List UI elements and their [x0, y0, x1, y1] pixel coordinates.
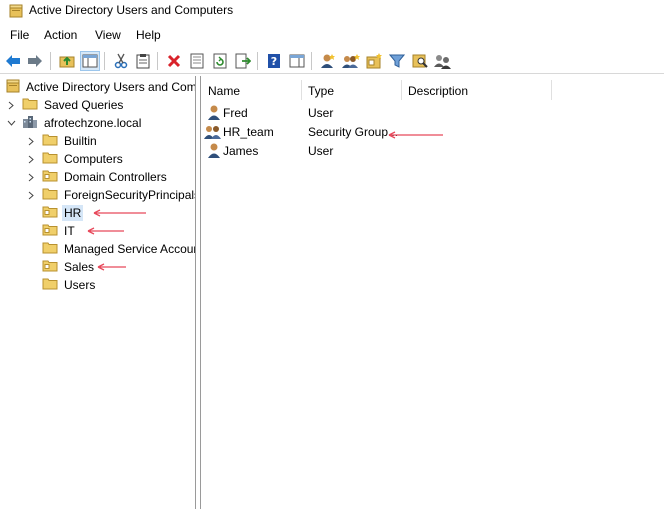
tree-item-builtin[interactable]: Builtin: [26, 132, 99, 150]
column-header-description[interactable]: Description: [408, 80, 468, 102]
ou-folder-icon: [42, 205, 58, 221]
filter-icon[interactable]: [387, 51, 407, 71]
tree-item-saved-queries[interactable]: Saved Queries: [6, 96, 125, 114]
refresh-icon[interactable]: [210, 51, 230, 71]
chevron-right-icon[interactable]: [26, 132, 36, 150]
cell-name: HR_team: [223, 125, 274, 139]
folder-icon: [42, 151, 58, 167]
find-icon[interactable]: [410, 51, 430, 71]
ou-folder-icon: [42, 169, 58, 185]
folder-icon: [42, 277, 58, 293]
menu-action[interactable]: Action: [44, 28, 77, 42]
tree-item-label: HR: [62, 205, 84, 221]
cell-name: Fred: [223, 106, 248, 120]
tree-item-users[interactable]: Users: [42, 276, 97, 294]
tree-item-label: Domain Controllers: [64, 170, 167, 184]
list-item-james[interactable]: James User: [201, 142, 664, 161]
annotation-arrow: [87, 227, 124, 235]
chevron-right-icon[interactable]: [6, 96, 16, 114]
forward-icon[interactable]: [25, 51, 45, 71]
tree-item-label: ForeignSecurityPrincipals: [64, 188, 196, 202]
cell-name: James: [223, 144, 259, 158]
tree-root-label: Active Directory Users and Computers: [26, 80, 196, 94]
menu-file[interactable]: File: [10, 28, 29, 42]
title-bar: Active Directory Users and Computers: [0, 0, 664, 22]
menu-bar: File Action View Help: [0, 26, 664, 46]
tree-item-label: Users: [64, 278, 96, 292]
chevron-right-icon[interactable]: [26, 150, 36, 168]
user-icon: [207, 142, 221, 162]
chevron-right-icon[interactable]: [26, 168, 36, 186]
column-header-name[interactable]: Name: [208, 80, 240, 102]
back-icon[interactable]: [3, 51, 23, 71]
folder-icon: [42, 133, 58, 149]
tree-item-label: Managed Service Accounts: [64, 242, 196, 256]
cell-type: User: [308, 144, 334, 158]
ou-folder-icon: [42, 259, 58, 275]
annotation-arrow: [93, 209, 146, 217]
up-folder-icon[interactable]: [57, 51, 77, 71]
group-icon: [204, 123, 222, 143]
help-icon[interactable]: ?: [264, 51, 284, 71]
delete-icon[interactable]: [164, 51, 184, 71]
tree-item-label: Builtin: [64, 134, 97, 148]
tree-item-managed-service-accounts[interactable]: Managed Service Accounts: [42, 240, 196, 258]
folder-icon: [42, 241, 58, 257]
tree-item-foreign-security-principals[interactable]: ForeignSecurityPrincipals: [26, 186, 196, 204]
folder-icon: [22, 97, 38, 113]
tree-item-label: IT: [64, 224, 75, 238]
details-list[interactable]: Name Type Description Fred User HR_team …: [200, 76, 664, 509]
annotation-arrow: [388, 131, 443, 139]
menu-view[interactable]: View: [95, 28, 121, 42]
console-tree[interactable]: Active Directory Users and Computers Sav…: [0, 76, 196, 509]
domain-icon: [22, 115, 38, 132]
tree-item-hr[interactable]: HR: [42, 204, 84, 222]
tree-item-computers[interactable]: Computers: [26, 150, 125, 168]
annotation-arrow: [97, 263, 126, 271]
tree-item-sales[interactable]: Sales: [42, 258, 96, 276]
chevron-down-icon[interactable]: [6, 114, 16, 132]
properties-icon[interactable]: [187, 51, 207, 71]
list-item-fred[interactable]: Fred User: [201, 104, 664, 123]
snapin-icon: [6, 79, 20, 96]
cell-type: Security Group...: [308, 125, 399, 139]
chevron-right-icon[interactable]: [26, 186, 36, 204]
folder-icon: [42, 187, 58, 203]
window-title: Active Directory Users and Computers: [29, 3, 234, 17]
new-group-icon[interactable]: [341, 51, 361, 71]
tree-item-it[interactable]: IT: [42, 222, 77, 240]
tree-item-label: Saved Queries: [44, 98, 124, 112]
action-pane-icon[interactable]: [287, 51, 307, 71]
cell-type: User: [308, 106, 334, 120]
tree-item-domain-controllers[interactable]: Domain Controllers: [26, 168, 169, 186]
delegate-icon[interactable]: [433, 51, 453, 71]
app-icon: [9, 4, 23, 21]
tree-item-label: afrotechzone.local: [44, 116, 142, 130]
menu-help[interactable]: Help: [136, 28, 161, 42]
tree-item-label: Computers: [64, 152, 123, 166]
user-icon: [207, 104, 221, 124]
toolbar: ?: [0, 48, 664, 74]
tree-root[interactable]: Active Directory Users and Computers: [6, 78, 196, 96]
new-user-icon[interactable]: [318, 51, 338, 71]
column-header-type[interactable]: Type: [308, 80, 334, 102]
show-hide-tree-icon[interactable]: [80, 51, 100, 71]
new-ou-icon[interactable]: [364, 51, 384, 71]
tree-item-domain[interactable]: afrotechzone.local: [6, 114, 143, 132]
svg-text:?: ?: [271, 55, 277, 68]
cut-icon[interactable]: [111, 51, 131, 71]
export-icon[interactable]: [233, 51, 253, 71]
paste-icon[interactable]: [133, 51, 153, 71]
tree-item-label: Sales: [64, 260, 95, 274]
ou-folder-icon: [42, 223, 58, 239]
